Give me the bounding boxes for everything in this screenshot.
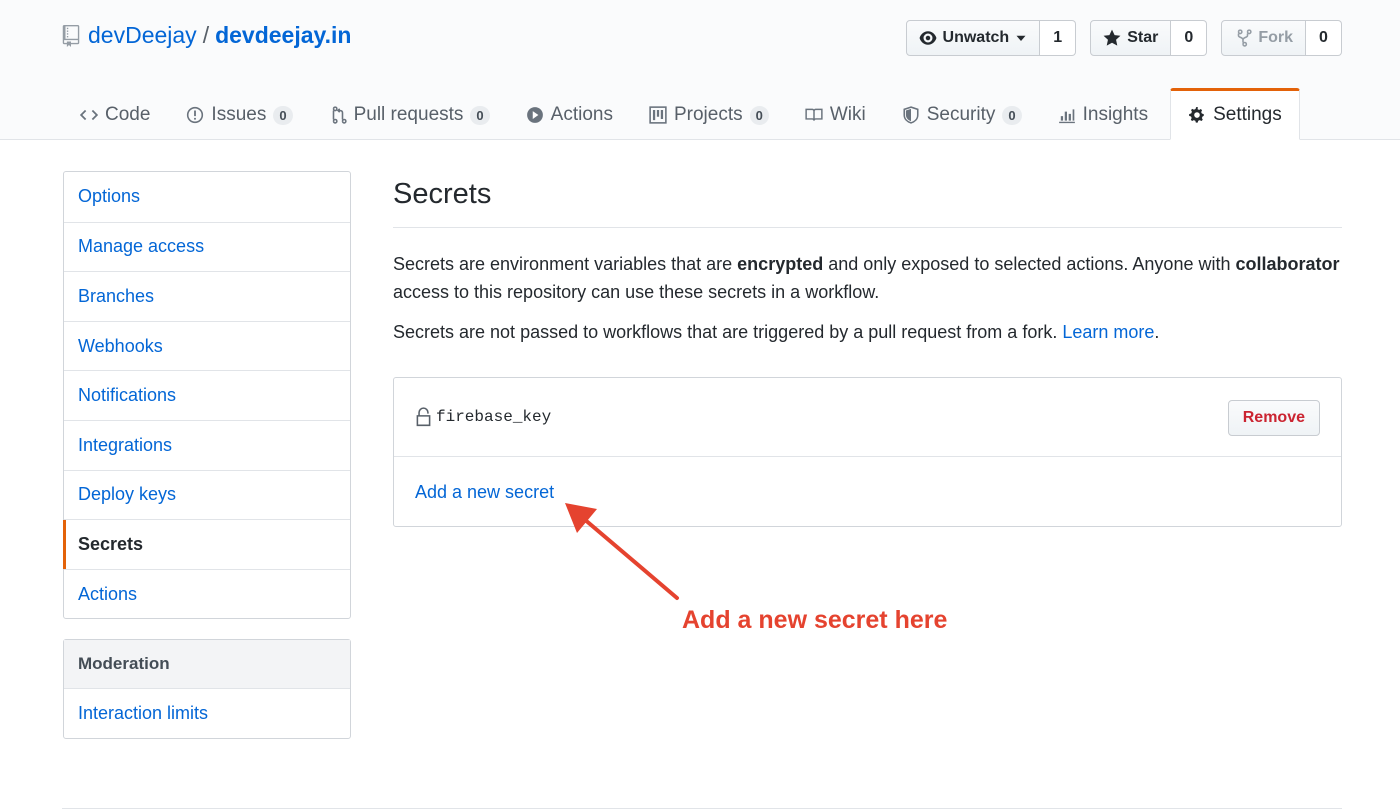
- tab-insights[interactable]: Insights: [1040, 88, 1166, 140]
- gear-icon: [1189, 107, 1204, 123]
- sidebar-item-secrets[interactable]: Secrets: [63, 519, 350, 569]
- tab-label: Projects: [673, 104, 743, 125]
- book-icon: [805, 108, 823, 121]
- fork-group: Fork 0: [1221, 20, 1342, 56]
- description-text: and only exposed to selected actions. An…: [823, 254, 1236, 274]
- description-bold-encrypted: encrypted: [737, 254, 824, 274]
- tab-settings[interactable]: Settings: [1170, 88, 1300, 140]
- star-icon: [1103, 29, 1121, 46]
- pagehead-actions: Unwatch 1 Star 0 Fork 0: [905, 20, 1342, 56]
- tab-label: Code: [105, 104, 151, 125]
- tab-pull-requests[interactable]: Pull requests 0: [311, 88, 508, 140]
- projects-counter: 0: [749, 105, 769, 125]
- sidebar-item-integrations[interactable]: Integrations: [64, 419, 350, 470]
- fork-notice-text: Secrets are not passed to workflows that…: [393, 322, 1063, 342]
- fork-notice-period: .: [1154, 322, 1160, 342]
- page-title: Secrets: [393, 178, 1342, 228]
- secret-name: firebase_key: [415, 407, 551, 427]
- caret-down-icon: [1016, 35, 1026, 41]
- watch-group: Unwatch 1: [905, 20, 1077, 56]
- watchers-count[interactable]: 1: [1040, 20, 1077, 56]
- stargazers-count[interactable]: 0: [1171, 20, 1208, 56]
- tab-code[interactable]: Code: [62, 88, 168, 140]
- forks-count[interactable]: 0: [1306, 20, 1342, 56]
- star-button[interactable]: Star: [1090, 20, 1172, 56]
- repo-header: devDeejay / devdeejay.in Unwatch 1 Star …: [0, 0, 1400, 140]
- tab-security[interactable]: Security 0: [884, 88, 1040, 140]
- footer-divider: [62, 808, 1342, 809]
- play-icon: [526, 107, 543, 123]
- eye-icon: [919, 31, 936, 45]
- tab-label: Pull requests: [353, 104, 464, 125]
- star-group: Star 0: [1090, 20, 1208, 56]
- tab-actions[interactable]: Actions: [508, 88, 631, 140]
- sidebar-item-webhooks[interactable]: Webhooks: [64, 320, 350, 371]
- lock-icon: [416, 407, 431, 427]
- tab-label: Actions: [550, 104, 613, 125]
- graph-icon: [1058, 109, 1075, 124]
- security-counter: 0: [1002, 105, 1022, 125]
- description-text: Secrets are environment variables that a…: [393, 254, 738, 274]
- sidebar-item-manage-access[interactable]: Manage access: [64, 221, 350, 272]
- description-text: access to this repository can use these …: [393, 282, 880, 302]
- main-content: Secrets Secrets are environment variable…: [393, 170, 1342, 346]
- tab-wiki[interactable]: Wiki: [787, 88, 884, 140]
- sidebar-item-branches[interactable]: Branches: [64, 271, 350, 321]
- tab-label: Issues: [211, 104, 267, 125]
- sidebar-item-actions[interactable]: Actions: [64, 568, 350, 619]
- tab-label: Wiki: [829, 104, 866, 125]
- annotation-label: Add a new secret here: [682, 606, 948, 634]
- repo-owner-link[interactable]: devDeejay: [88, 22, 197, 49]
- code-icon: [80, 109, 98, 121]
- sidebar-item-interaction-limits[interactable]: Interaction limits: [64, 688, 350, 738]
- moderation-menu: Moderation Interaction limits: [63, 639, 351, 739]
- fork-button[interactable]: Fork: [1221, 20, 1306, 56]
- fork-notice: Secrets are not passed to workflows that…: [393, 318, 1342, 346]
- remove-secret-button[interactable]: Remove: [1227, 400, 1320, 436]
- repo-name-link[interactable]: devdeejay.in: [215, 22, 351, 49]
- project-icon: [649, 106, 667, 124]
- secret-name-text: firebase_key: [436, 408, 552, 426]
- star-label: Star: [1127, 29, 1159, 46]
- pull-requests-counter: 0: [470, 105, 490, 125]
- tab-issues[interactable]: Issues 0: [168, 88, 310, 140]
- unwatch-label: Unwatch: [942, 29, 1010, 46]
- tab-label: Security: [926, 104, 996, 125]
- issue-icon: [187, 106, 204, 124]
- issues-counter: 0: [273, 105, 293, 125]
- repo-separator: /: [202, 22, 210, 48]
- tab-projects[interactable]: Projects 0: [631, 88, 787, 140]
- repo-nav: Code Issues 0 Pull requests 0 Actions Pr…: [62, 88, 1300, 140]
- secrets-box: firebase_key Remove Add a new secret: [393, 377, 1342, 527]
- pull-request-icon: [332, 106, 347, 124]
- tab-label: Settings: [1213, 104, 1282, 125]
- fork-label: Fork: [1258, 29, 1293, 46]
- add-new-secret-link[interactable]: Add a new secret: [415, 482, 554, 503]
- annotation-arrow: [565, 503, 679, 600]
- repo-title: devDeejay / devdeejay.in: [62, 22, 351, 49]
- sidebar-item-deploy-keys[interactable]: Deploy keys: [64, 469, 350, 520]
- sidebar-item-notifications[interactable]: Notifications: [64, 370, 350, 420]
- secret-row: firebase_key Remove: [394, 378, 1341, 457]
- fork-icon: [1238, 29, 1252, 47]
- tab-label: Insights: [1082, 104, 1149, 125]
- settings-menu: Options Manage access Branches Webhooks …: [63, 171, 351, 620]
- secrets-description: Secrets are environment variables that a…: [393, 250, 1342, 306]
- moderation-heading: Moderation: [64, 640, 350, 688]
- shield-icon: [903, 106, 919, 124]
- learn-more-link[interactable]: Learn more: [1062, 322, 1154, 342]
- sidebar-item-options[interactable]: Options: [64, 172, 350, 222]
- repo-icon: [62, 24, 80, 47]
- description-bold-collaborator: collaborator: [1235, 254, 1340, 274]
- unwatch-button[interactable]: Unwatch: [905, 20, 1041, 56]
